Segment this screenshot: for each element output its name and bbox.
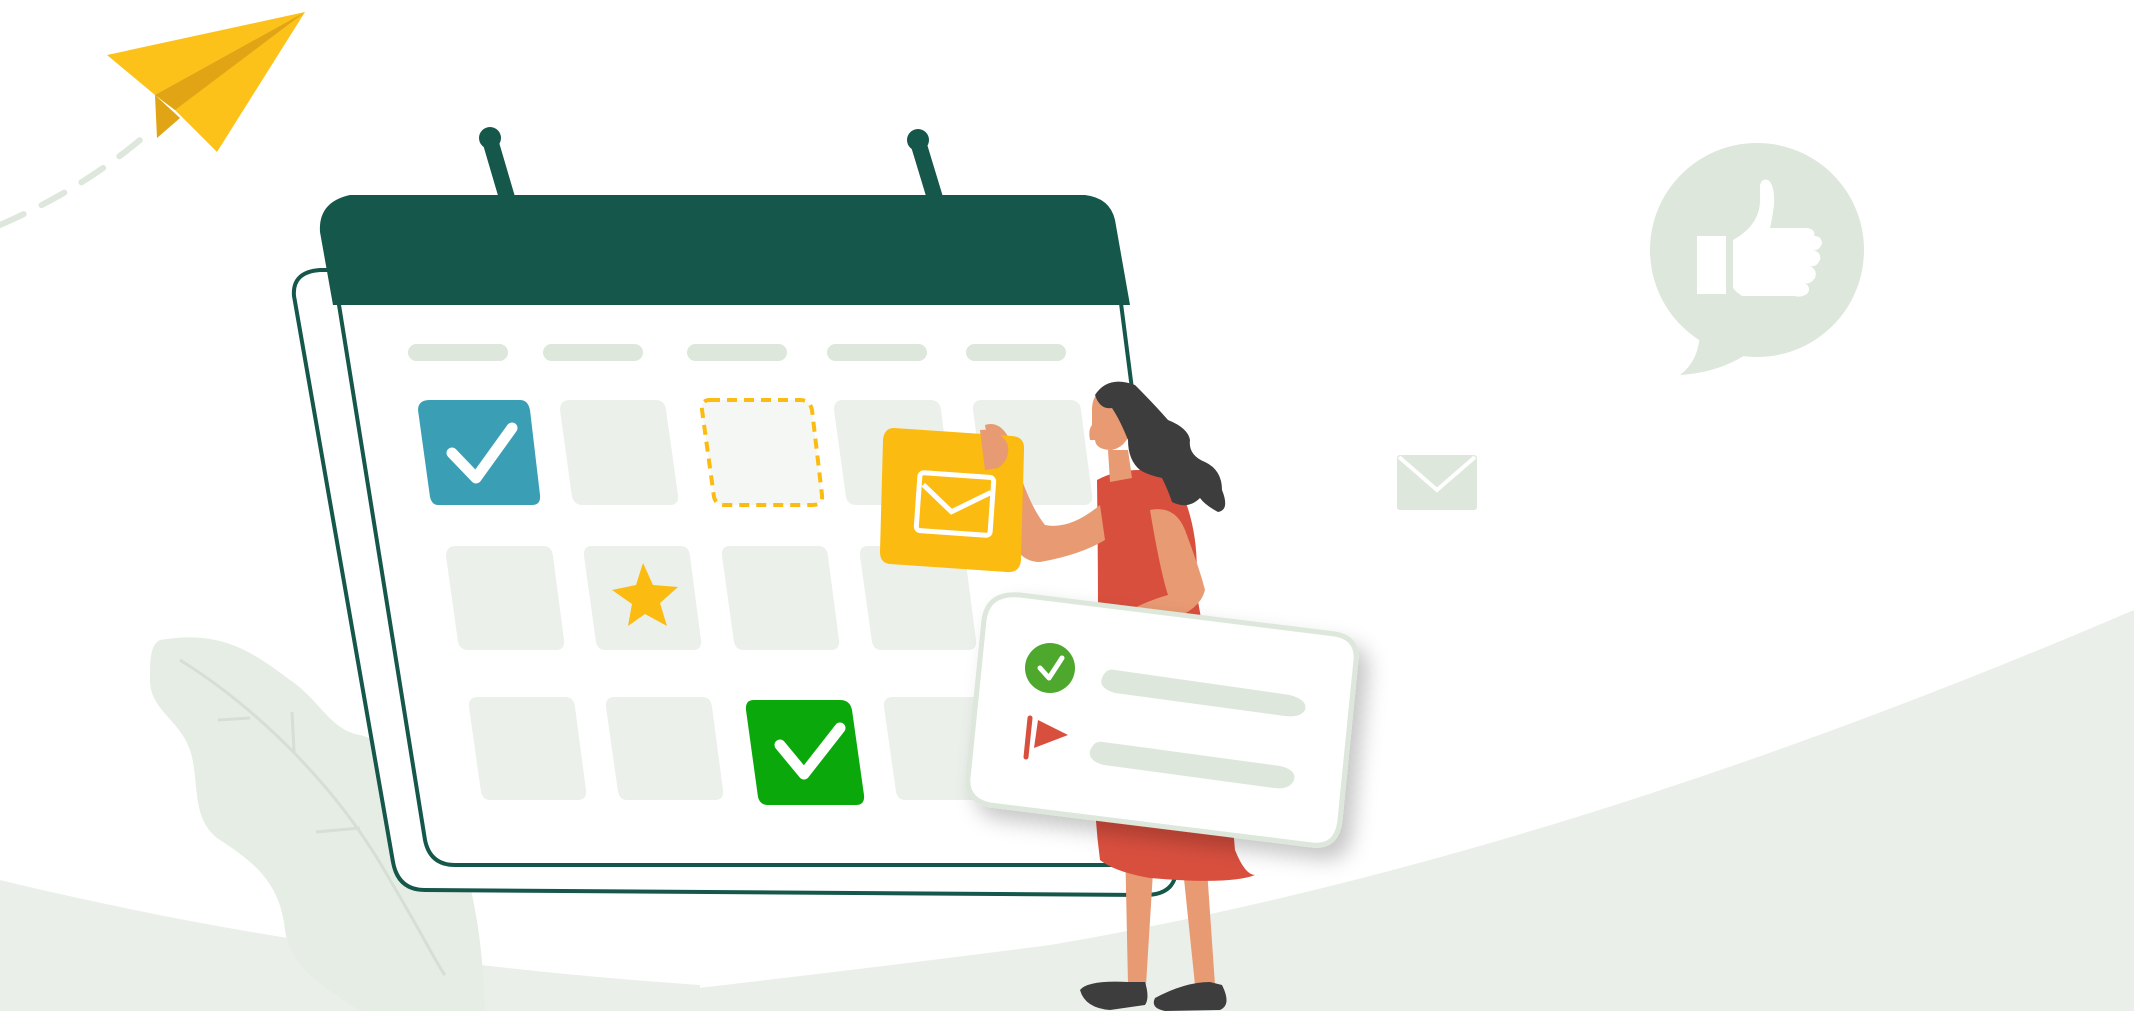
illustration-canvas xyxy=(0,12,2134,1011)
calendar-cell xyxy=(468,697,587,800)
paper-plane-icon xyxy=(107,12,305,152)
thumbs-up-icon xyxy=(1650,143,1864,375)
calendar-cell-dashed xyxy=(699,398,825,507)
envelope-card xyxy=(880,428,1025,573)
calendar-cell xyxy=(446,546,565,650)
calendar-illustration xyxy=(0,0,2134,1011)
calendar-header xyxy=(319,195,1131,305)
calendar-cell xyxy=(560,400,679,505)
check-icon xyxy=(1025,643,1075,693)
checklist-panel xyxy=(965,592,1359,848)
envelope-icon xyxy=(1397,455,1477,510)
plane-trail xyxy=(0,137,143,228)
calendar-cell xyxy=(418,400,541,505)
calendar-cell xyxy=(721,546,840,650)
calendar-cell xyxy=(605,697,724,800)
calendar-cell xyxy=(745,700,865,805)
